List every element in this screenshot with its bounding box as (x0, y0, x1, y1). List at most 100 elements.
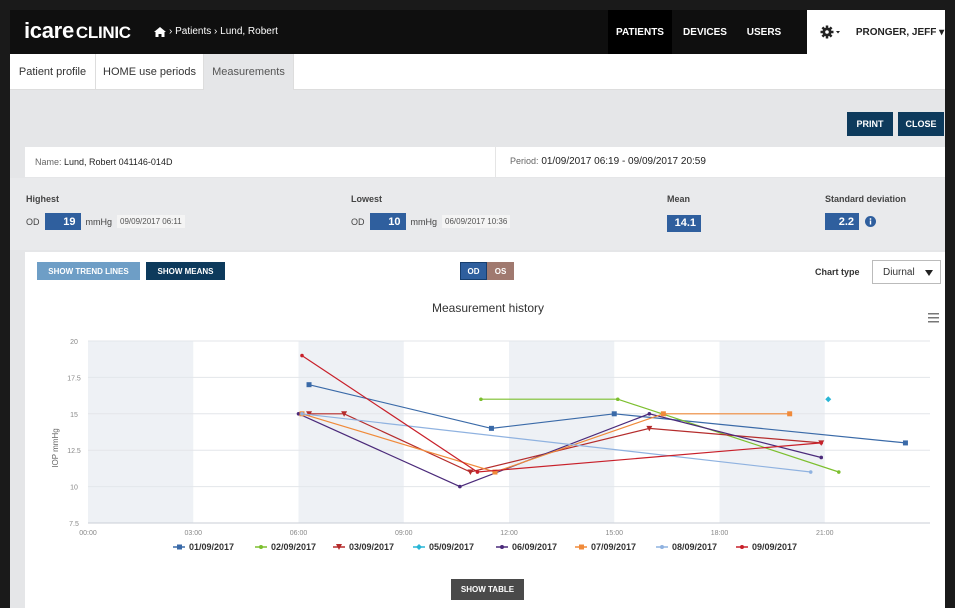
data-point[interactable] (819, 455, 824, 460)
x-tick-label: 15:00 (605, 530, 623, 537)
divider (495, 147, 496, 177)
legend-item[interactable]: 05/09/2017 (413, 542, 474, 552)
data-point[interactable] (306, 382, 312, 388)
breadcrumb: › Patients › Lund, Robert (154, 26, 278, 37)
data-point[interactable] (660, 411, 666, 417)
stats-panel: Highest OD 19 mmHg 09/09/2017 06:11 Lowe… (10, 178, 945, 250)
period-label: Period: (510, 156, 539, 166)
data-point[interactable] (458, 484, 462, 489)
tab-measurements[interactable]: Measurements (204, 54, 294, 90)
data-point[interactable] (611, 411, 617, 417)
highest-unit: mmHg (85, 216, 113, 227)
data-point[interactable] (902, 440, 908, 446)
print-button[interactable]: PRINT (847, 112, 893, 136)
legend-item[interactable]: 08/09/2017 (656, 542, 717, 552)
nav-devices[interactable]: DEVICES (674, 10, 736, 54)
plot-band (88, 341, 194, 523)
lowest-label: Lowest (351, 194, 383, 204)
y-axis-label: IOP mmHg (51, 428, 60, 467)
period-value: 01/09/2017 06:19 - 09/09/2017 20:59 (541, 156, 706, 167)
close-button[interactable]: CLOSE (898, 112, 944, 136)
legend-item[interactable]: 02/09/2017 (255, 542, 316, 552)
show-means-button[interactable]: SHOW MEANS (146, 262, 225, 280)
x-tick-label: 12:00 (500, 530, 518, 537)
legend-swatch (413, 544, 425, 550)
data-point[interactable] (819, 441, 824, 445)
plot-band (719, 341, 825, 523)
data-point[interactable] (300, 412, 304, 416)
settings-menu-button[interactable] (807, 10, 855, 54)
data-point[interactable] (825, 396, 832, 403)
home-icon[interactable] (154, 26, 166, 37)
legend-label: 01/09/2017 (189, 542, 235, 552)
y-tick-label: 17.5 (67, 375, 81, 382)
highest-value: 19 (44, 213, 81, 230)
nav-users[interactable]: USERS (736, 10, 792, 54)
chevron-down-icon (925, 270, 933, 276)
nav-patients[interactable]: PATIENTS (608, 10, 672, 54)
lowest-unit: mmHg (410, 216, 438, 227)
data-point[interactable] (300, 353, 304, 358)
legend-item[interactable]: 07/09/2017 (575, 542, 636, 552)
breadcrumb-path[interactable]: › Patients › Lund, Robert (169, 26, 278, 37)
chart-menu-icon[interactable] (928, 313, 939, 323)
data-point[interactable] (808, 470, 813, 474)
data-point[interactable] (836, 470, 841, 474)
y-tick-label: 15 (70, 412, 78, 419)
legend-swatch (656, 545, 668, 549)
legend-swatch (736, 545, 748, 549)
os-toggle[interactable]: OS (487, 262, 514, 280)
user-menu[interactable]: PRONGER, JEFF ▾ (855, 10, 945, 54)
highest-label: Highest (26, 194, 60, 204)
legend-swatch (496, 545, 508, 549)
info-icon[interactable] (865, 216, 876, 227)
show-table-button[interactable]: SHOW TABLE (451, 579, 524, 600)
tab-patient-profile[interactable]: Patient profile (10, 54, 96, 90)
x-tick-label: 03:00 (184, 530, 202, 537)
tab-bar: Patient profile HOME use periods Measure… (10, 54, 945, 90)
chart-type-select[interactable]: Diurnal (872, 260, 941, 284)
patient-info-panel: Name: Lund, Robert 041146-014D Period: 0… (25, 147, 945, 177)
legend-label: 02/09/2017 (271, 542, 317, 552)
chart-title: Measurement history (432, 301, 544, 315)
x-tick-label: 06:00 (290, 530, 308, 537)
legend-label: 07/09/2017 (591, 542, 637, 552)
legend-swatch (255, 545, 267, 549)
patient-name: Lund, Robert 041146-014D (64, 157, 173, 167)
tab-home-use-periods[interactable]: HOME use periods (96, 54, 204, 90)
lowest-eye: OD (351, 216, 365, 227)
data-point[interactable] (787, 411, 793, 417)
data-point[interactable] (467, 469, 474, 476)
mean-label: Mean (667, 194, 691, 204)
legend-item[interactable]: 03/09/2017 (333, 542, 394, 552)
od-toggle[interactable]: OD (460, 262, 487, 280)
legend-label: 08/09/2017 (672, 542, 718, 552)
highest-date: 09/09/2017 06:11 (117, 215, 185, 228)
data-point[interactable] (615, 397, 620, 402)
legend-swatch (173, 544, 185, 550)
data-point[interactable] (479, 397, 483, 402)
y-tick-label: 7.5 (69, 521, 79, 528)
show-trend-lines-button[interactable]: SHOW TREND LINES (37, 262, 140, 280)
legend-label: 03/09/2017 (349, 542, 395, 552)
legend-label: 05/09/2017 (429, 542, 475, 552)
measurement-history-chart: Measurement history IOP mmHg 00:00 03:00 0… (51, 301, 939, 537)
app-logo[interactable]: icare CLINIC (24, 18, 131, 44)
y-tick-label: 12.5 (67, 448, 81, 455)
legend-item[interactable]: 06/09/2017 (496, 542, 557, 552)
legend-label: 06/09/2017 (512, 542, 558, 552)
y-tick-label: 10 (70, 485, 78, 492)
data-point[interactable] (647, 412, 652, 416)
data-point[interactable] (475, 470, 480, 474)
legend-label: 09/09/2017 (752, 542, 798, 552)
data-point[interactable] (488, 425, 494, 431)
legend-item[interactable]: 01/09/2017 (173, 542, 234, 552)
legend-swatch (575, 544, 587, 550)
legend-swatch (333, 544, 345, 550)
sd-label: Standard deviation (825, 194, 907, 204)
x-tick-label: 09:00 (395, 530, 413, 537)
x-tick-label: 00:00 (79, 530, 97, 537)
plot-band (298, 341, 404, 523)
legend-item[interactable]: 09/09/2017 (736, 542, 797, 552)
y-tick-label: 20 (70, 339, 78, 346)
